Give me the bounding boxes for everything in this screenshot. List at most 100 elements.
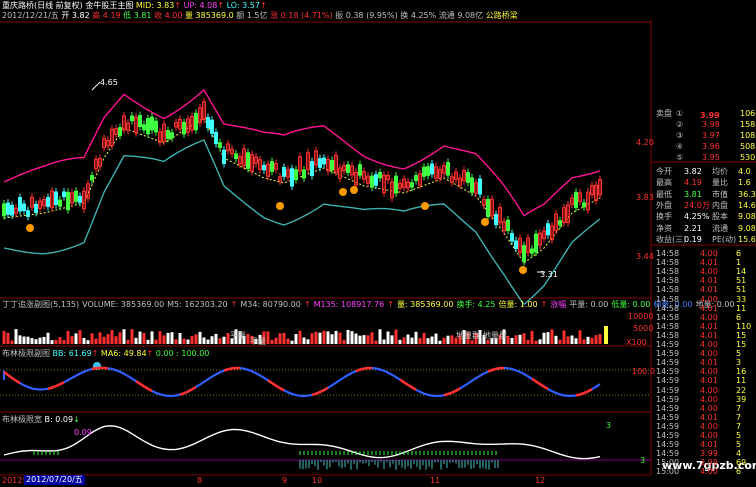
candle-body: [510, 233, 514, 242]
volume-bar: [10, 340, 14, 344]
volume-bar: [210, 336, 214, 344]
volume-bar: [578, 330, 582, 344]
time-axis-sep: 9: [282, 476, 288, 485]
width-b-value: B: 0.09: [44, 415, 74, 424]
stat-value: 2.21: [684, 223, 702, 233]
volume-bar: [110, 330, 114, 344]
volume-bar: [350, 331, 354, 344]
candle-body: [426, 166, 430, 176]
volume-bar: [446, 335, 450, 344]
volume-bar: [86, 340, 90, 344]
volume-bar: [90, 333, 94, 344]
volume-bar: [134, 337, 138, 344]
candle-body: [574, 191, 578, 209]
width-panel-header: 布林极限宽 B: 0.09↓: [2, 415, 80, 425]
candle-body: [58, 199, 62, 207]
volume-bar: [438, 340, 442, 344]
volume-bar: [546, 332, 550, 344]
stat-key: 今开: [656, 167, 672, 176]
order-book-volume: 530: [740, 153, 756, 162]
volume-bar: [430, 336, 434, 344]
volume-bar: [374, 340, 378, 344]
stat-value: 3.81: [684, 189, 702, 199]
peak-annotation: 4.65: [100, 78, 118, 87]
volume-bar: [150, 331, 154, 344]
volume-bar: [538, 339, 542, 344]
volume-bar: [202, 337, 206, 344]
candle-body: [310, 161, 314, 177]
candle-body: [410, 182, 414, 188]
volume-header-item: ↑: [303, 300, 311, 309]
candle-body: [2, 203, 6, 217]
volume-bar: [78, 330, 82, 344]
candle-body: [270, 161, 274, 172]
volume-bar: [138, 331, 142, 344]
volume-bar: [62, 340, 66, 344]
volume-header-item: ↑: [540, 300, 548, 309]
candle-body: [66, 191, 70, 211]
candle-body: [322, 157, 326, 165]
candle-body: [582, 202, 586, 208]
volume-bar: [510, 338, 514, 344]
order-book-row[interactable]: ⑤ 3.95 530: [654, 152, 756, 164]
candle-body: [10, 204, 14, 216]
volume-bar: [146, 339, 150, 344]
signal-dot: [26, 224, 34, 232]
boll-extra: 0.00 : 100.00: [155, 349, 210, 358]
candle-body: [130, 115, 134, 122]
stat-key: 内盘: [712, 200, 728, 210]
candle-body: [374, 174, 378, 186]
candle-body: [210, 119, 214, 134]
volume-bar: [162, 335, 166, 344]
candle-body: [514, 240, 518, 249]
signal-dot: [421, 202, 429, 210]
volume-bar: [14, 329, 18, 344]
volume-bar: [114, 336, 118, 344]
volume-bar: [106, 334, 110, 344]
volume-bar: [534, 340, 538, 344]
volume-bar: [526, 339, 530, 344]
volume-bar: [286, 338, 290, 344]
time-axis-aug: 8: [197, 476, 203, 485]
volume-bar: [582, 339, 586, 344]
candle-body: [46, 196, 50, 207]
volume-header-item: 平量: 0.00: [569, 300, 609, 309]
volume-bar: [174, 339, 178, 344]
volume-bar: [542, 332, 546, 344]
volume-bar: [46, 332, 50, 344]
candle-body: [182, 121, 186, 135]
volume-bar: [186, 339, 190, 344]
boll-panel-title: 布林极限副图: [2, 349, 50, 358]
kline-chart[interactable]: [0, 0, 756, 487]
candle-body: [282, 166, 286, 177]
volume-annotation-2: 地量群: [483, 331, 507, 340]
boll-oscillator-highlight: [531, 377, 549, 391]
stat-value: 36.3亿: [738, 189, 756, 199]
tick-price: 4.00: [700, 467, 718, 477]
candle-body: [558, 220, 562, 226]
stat-value: 24.0万: [684, 200, 710, 210]
boll-oscillator-highlight: [399, 378, 417, 391]
volume-header-item: ↑: [387, 300, 394, 309]
time-axis: 2012年 2012/07/20/五 8 9 10 11 12: [0, 475, 640, 487]
volume-bar: [418, 338, 422, 344]
volume-bar: [194, 334, 198, 344]
candle-body: [150, 116, 154, 131]
candle-body: [430, 163, 434, 175]
candle-body: [302, 169, 306, 179]
volume-bar: [314, 331, 318, 344]
quote-stat-row: 最低 3.81 市值 36.3亿: [654, 189, 756, 201]
quote-stat-row: 外盘 24.0万内盘 14.6万: [654, 200, 756, 212]
stat-value: 4.19: [684, 178, 702, 188]
candle-body: [414, 175, 418, 181]
volume-bar: [38, 337, 42, 344]
stat-key: 市值: [712, 189, 728, 199]
tick-row[interactable]: 15:00 4.00 6: [654, 466, 756, 478]
stat-value: 9.08亿: [738, 212, 756, 222]
stat-key: 均价: [712, 167, 728, 176]
volume-bar: [50, 340, 54, 344]
candle-body: [22, 203, 26, 212]
volume-bar: [402, 337, 406, 344]
boll-oscillator-highlight: [179, 385, 197, 396]
volume-bar: [342, 339, 346, 344]
